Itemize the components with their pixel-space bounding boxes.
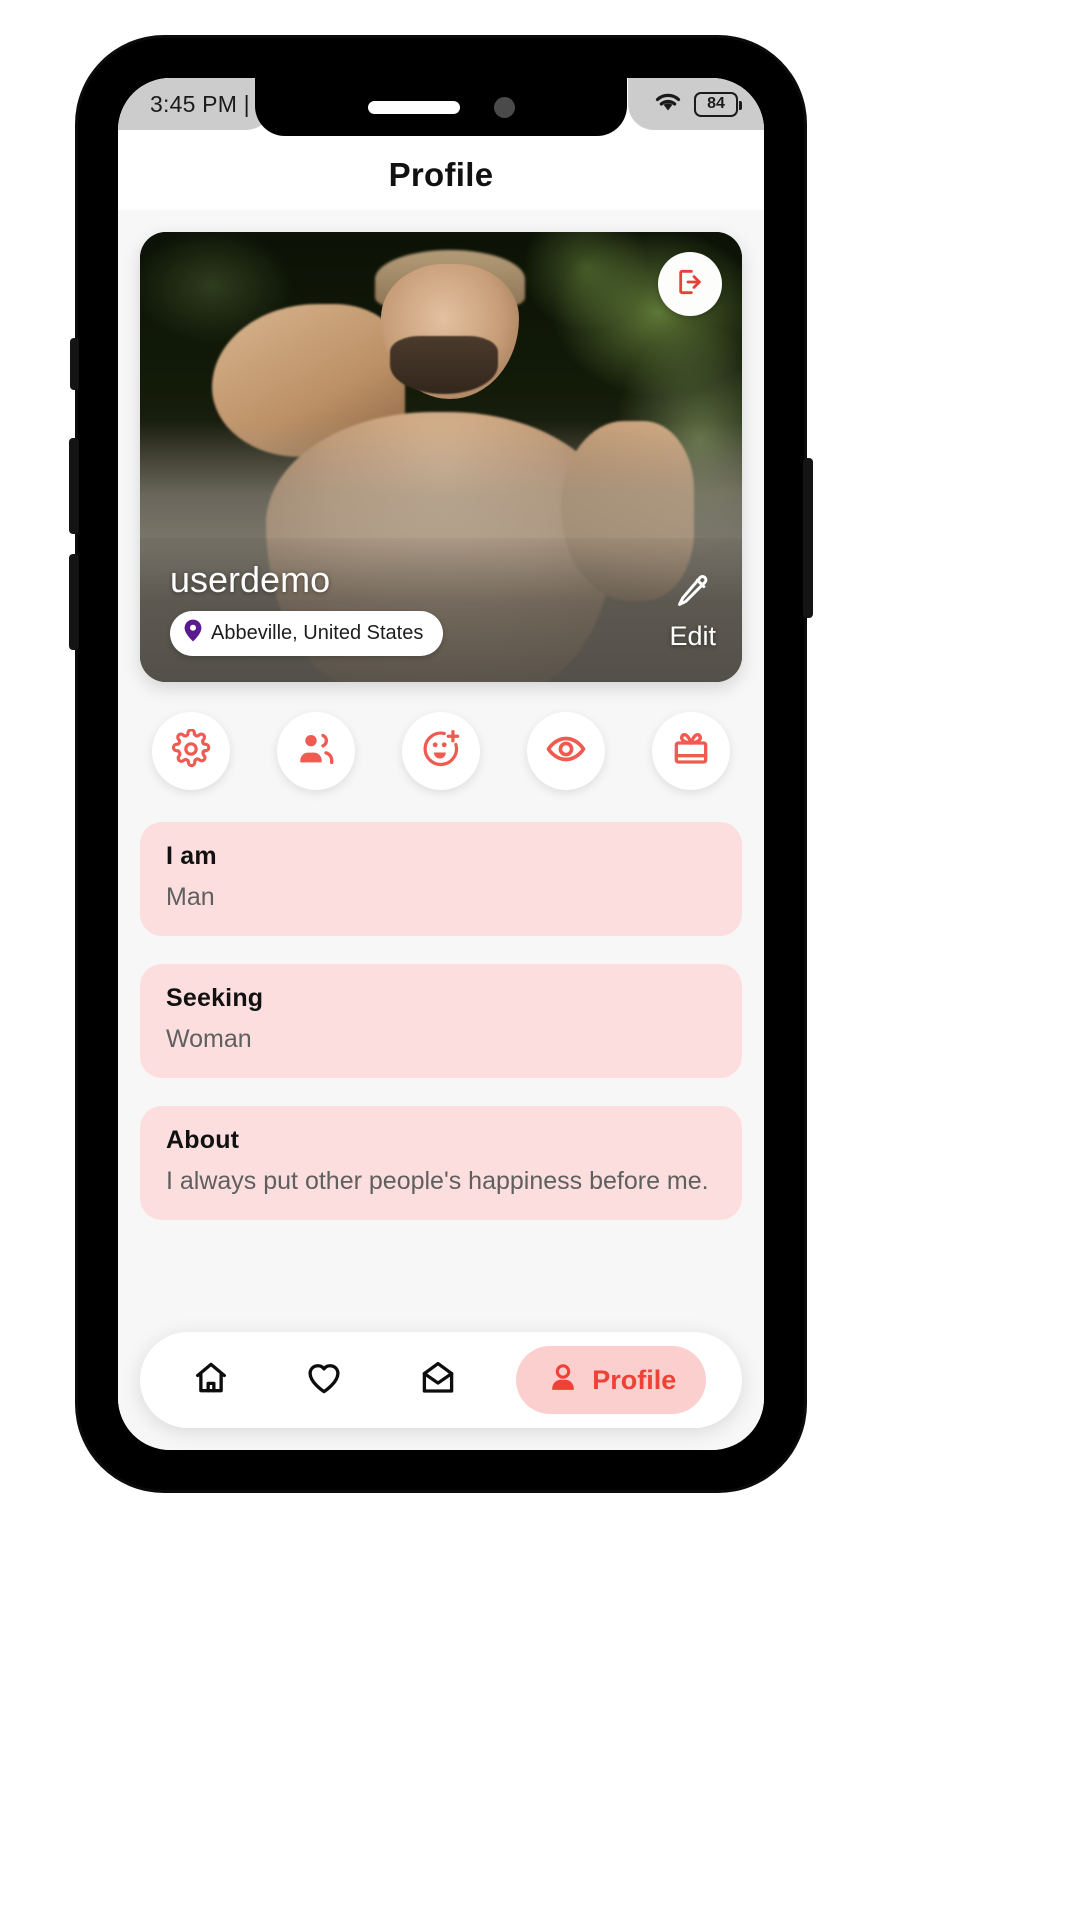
info-card-value: I always put other people's happiness be… [166,1167,709,1195]
power-button[interactable] [803,458,813,618]
nav-item-home[interactable] [176,1346,246,1414]
screenshot-root: Profile 3:45 PM | 84 userdemo Abbeville,… [0,0,1080,1920]
front-camera [493,96,515,118]
home-icon [192,1359,230,1402]
info-card-i-am: I am Man [140,822,742,936]
volume-down-button[interactable] [69,554,79,650]
device-notch [255,78,627,136]
info-card-about: About I always put other people's happin… [140,1106,742,1220]
add-friend-button[interactable] [402,712,480,790]
info-card-value: Woman [166,1025,252,1053]
profile-photo-footer: userdemo Abbeville, United States Edit [140,558,742,682]
nav-item-likes[interactable] [289,1346,359,1414]
gift-icon [671,729,711,774]
heart-icon [305,1359,343,1402]
nav-item-profile-label: Profile [592,1364,677,1395]
nav-item-messages[interactable] [403,1346,473,1414]
map-pin-icon [184,619,202,648]
edit-label: Edit [669,621,716,651]
logout-icon [674,266,706,303]
nav-item-profile[interactable]: Profile [516,1346,707,1414]
volume-up-button[interactable] [69,438,79,534]
edit-profile-button[interactable]: Edit [669,572,716,656]
profile-content: userdemo Abbeville, United States Edit I… [118,210,764,1450]
logout-button[interactable] [658,252,722,316]
username: userdemo [170,558,331,600]
quick-action-row [140,682,742,790]
location-pill: Abbeville, United States [170,611,444,656]
phone-device-frame: Profile 3:45 PM | 84 userdemo Abbeville,… [69,38,813,1490]
profile-identity: userdemo Abbeville, United States [170,558,444,656]
gifts-button[interactable] [652,712,730,790]
friends-button[interactable] [277,712,355,790]
info-card-label: I am [166,842,217,870]
envelope-icon [419,1359,457,1402]
speaker-grill [367,100,460,114]
info-card-seeking: Seeking Woman [140,964,742,1078]
page-title: Profile [388,156,494,193]
pencil-icon [674,572,712,615]
eye-icon [545,728,587,775]
info-card-label: About [166,1126,240,1154]
info-card-label: Seeking [166,984,264,1012]
visitors-button[interactable] [527,712,605,790]
location-text: Abbeville, United States [211,622,424,644]
mute-switch[interactable] [70,338,79,390]
settings-button[interactable] [152,712,230,790]
photo-detail [389,335,499,394]
smiley-plus-icon [420,728,462,775]
profile-info-list: I am Man Seeking Woman About I always pu… [140,790,742,1220]
person-icon [546,1361,580,1400]
profile-photo-card[interactable]: userdemo Abbeville, United States Edit [140,232,742,682]
phone-screen: Profile 3:45 PM | 84 userdemo Abbeville,… [118,78,764,1450]
people-icon [296,729,336,774]
gear-icon [171,727,211,774]
bottom-navigation-bar: Profile [140,1332,742,1428]
info-card-value: Man [166,883,215,911]
